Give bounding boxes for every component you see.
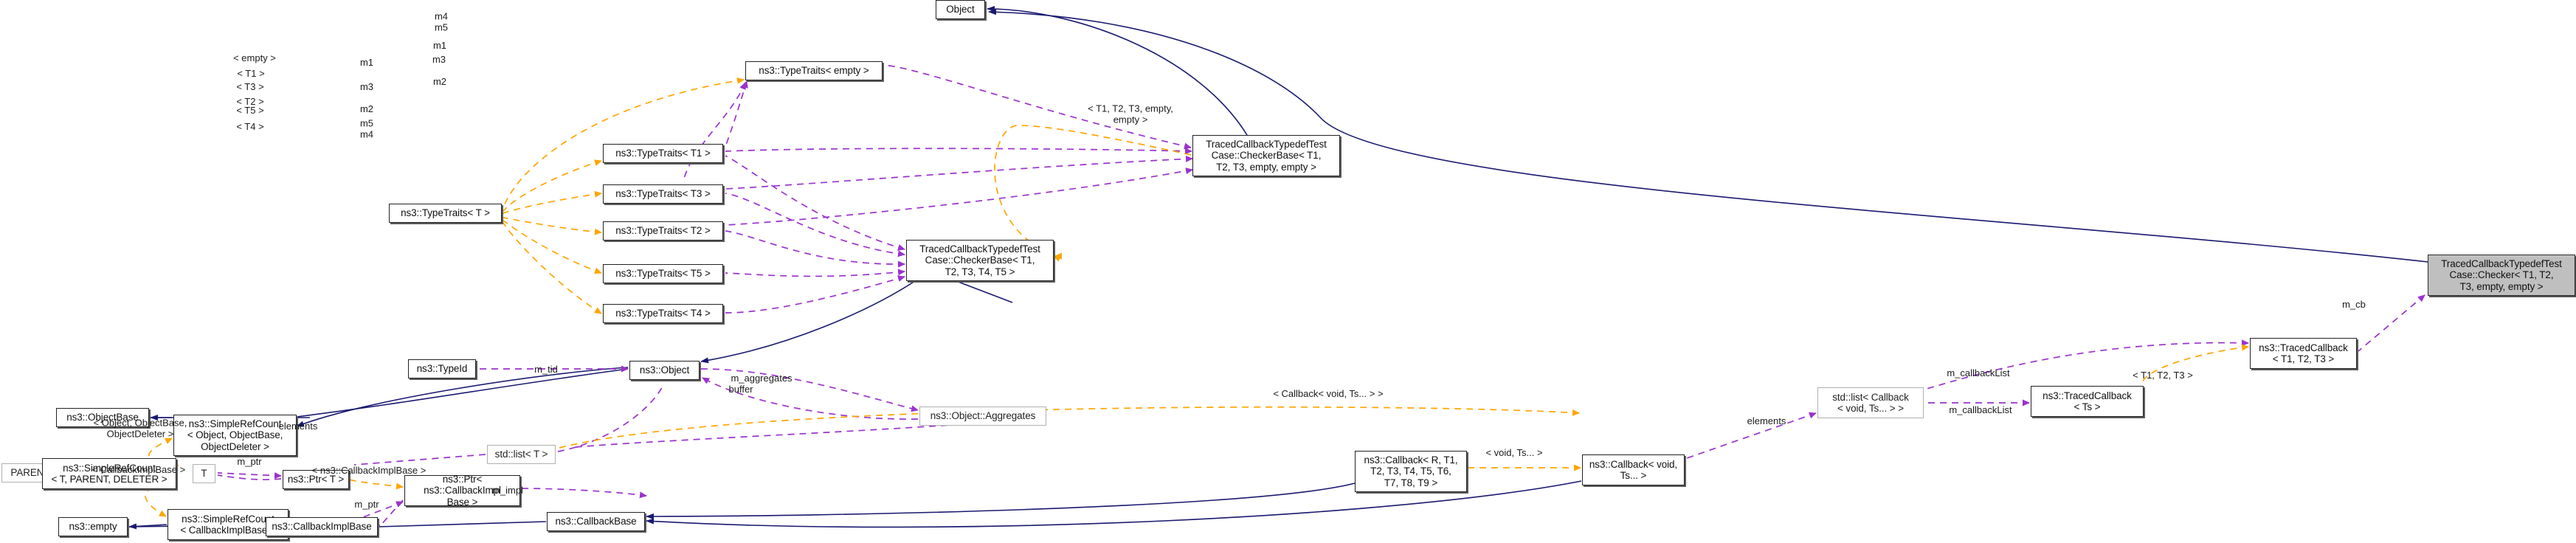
class-node-tt_T5[interactable]: ns3::TypeTraits< T5 > xyxy=(603,264,723,283)
class-node-typeid[interactable]: ns3::TypeId xyxy=(408,359,476,378)
edge-label-lbl_T3: < T3 > xyxy=(236,80,264,92)
edge-label-lbl_T5: < T5 > xyxy=(236,104,264,116)
edge-label-lbl_elements: elements xyxy=(278,420,318,432)
class-node-tt_T2[interactable]: ns3::TypeTraits< T2 > xyxy=(603,221,723,241)
edge-label-lbl_T4: < T4 > xyxy=(236,120,264,132)
edge-label-lbl_cbimplbase: < CallbackImplBase > xyxy=(91,463,186,475)
edge-label-lbl_void_Ts: < void, Ts... > xyxy=(1485,446,1543,458)
edge-label-lbl_m_aggregates: m_aggregates xyxy=(731,372,793,384)
class-node-tt_empty[interactable]: ns3::TypeTraits< empty > xyxy=(745,61,883,80)
edge-label-lbl_empty: < empty > xyxy=(233,52,276,63)
edge-label-lbl_m3_mid: m3 xyxy=(359,80,374,92)
class-node-tt_T4[interactable]: ns3::TypeTraits< T4 > xyxy=(603,304,723,323)
edge-label-lbl_ns3cbimplbase: < ns3::CallbackImplBase > xyxy=(311,464,427,476)
class-node-stdlist_T[interactable]: std::list< T > xyxy=(487,445,556,464)
class-node-tt_T[interactable]: ns3::TypeTraits< T > xyxy=(389,204,502,223)
class-node-tracedcb_T1T2T3[interactable]: ns3::TracedCallback < T1, T2, T3 > xyxy=(2250,338,2357,369)
class-node-cb_R_T1_T9[interactable]: ns3::Callback< R, T1, T2, T3, T4, T5, T6… xyxy=(1355,451,1467,492)
class-node-object[interactable]: Object xyxy=(936,0,985,19)
class-node-checker_current[interactable]: TracedCallbackTypedefTest Case::Checker<… xyxy=(2428,255,2575,296)
edge-label-lbl_m1_mid: m1 xyxy=(359,56,374,68)
edge-label-lbl_m_callbackList_r: m_callbackList xyxy=(1947,367,2010,378)
class-node-stdlist_cbvoid[interactable]: std::list< Callback < void, Ts... > > xyxy=(1817,387,1924,418)
edge-label-lbl_m_cb: m_cb xyxy=(2342,298,2366,310)
edge-label-lbl_T1T2T3: < T1, T2, T3 > xyxy=(2133,369,2193,381)
class-node-callbackimplbase[interactable]: ns3::CallbackImplBase xyxy=(266,517,378,536)
class-node-callbackbase[interactable]: ns3::CallbackBase xyxy=(547,512,645,531)
edge-label-lbl_cb_void_Ts: < Callback< void, Ts... > > xyxy=(1273,387,1384,399)
class-node-checkerbase_235[interactable]: TracedCallbackTypedefTest Case::CheckerB… xyxy=(1192,135,1340,176)
edge-label-lbl_m_ptr_cb: m_ptr xyxy=(354,498,379,510)
edge-label-lbl_m5_m4: m5 m4 xyxy=(359,117,374,139)
class-node-ns3object[interactable]: ns3::Object xyxy=(629,361,700,380)
edge-label-lbl_m3_top: m3 xyxy=(432,53,446,65)
edge-label-lbl_m_ptr_T: m_ptr xyxy=(237,455,262,467)
class-node-T_box[interactable]: T xyxy=(193,464,215,483)
edge-label-lbl_m_tid: m_tid xyxy=(534,363,558,375)
edge-label-lbl_m2_top: m2 xyxy=(432,75,447,87)
class-node-ns3empty[interactable]: ns3::empty xyxy=(58,517,128,536)
edge-label-lbl_T1: < T1 > xyxy=(237,67,265,79)
class-node-tt_T1[interactable]: ns3::TypeTraits< T1 > xyxy=(603,144,723,163)
class-node-tt_T3[interactable]: ns3::TypeTraits< T3 > xyxy=(603,184,723,204)
edge-label-lbl_m2_mid: m2 xyxy=(359,103,374,114)
edge-label-lbl_m1_top: m1 xyxy=(432,39,447,51)
collaboration-diagram: Objectns3::TypeTraits< empty >TracedCall… xyxy=(0,0,2576,543)
edge-label-lbl_m_impl: m_impl xyxy=(492,484,523,496)
class-node-object_aggregates[interactable]: ns3::Object::Aggregates xyxy=(919,407,1046,426)
edge-label-lbl_elements_r: elements xyxy=(1747,415,1786,426)
edge-label-lbl_obj_base_tpl: < Object, ObjectBase, ObjectDeleter > xyxy=(93,417,187,439)
edge-label-lbl_T1T2T3ee: < T1, T2, T3, empty, empty > xyxy=(1088,103,1173,125)
edge-layer xyxy=(59,6,2428,530)
class-node-checkerbase_12345[interactable]: TracedCallbackTypedefTest Case::CheckerB… xyxy=(906,240,1054,281)
edge-label-lbl_m4_m5_top: m4 m5 xyxy=(434,10,449,32)
class-node-tracedcb_Ts[interactable]: ns3::TracedCallback < Ts > xyxy=(2031,386,2144,417)
edge-label-lbl_m_callbackList: m_callbackList xyxy=(1949,404,2012,415)
class-node-cb_void_Ts[interactable]: ns3::Callback< void, Ts... > xyxy=(1582,454,1685,485)
edge-label-lbl_buffer: buffer xyxy=(728,383,753,395)
